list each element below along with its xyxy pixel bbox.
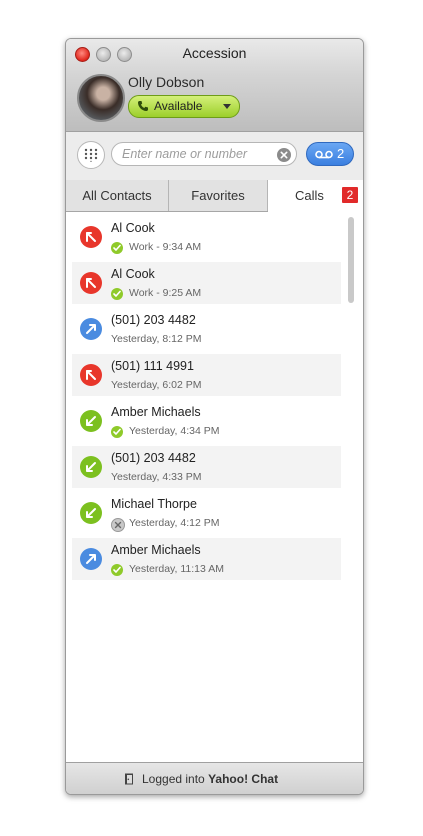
voicemail-count: 2 [337,146,345,161]
dialpad-icon [84,148,98,162]
call-name: Al Cook [111,267,155,281]
login-status: Logged into Yahoo! Chat [142,772,278,786]
call-name: (501) 203 4482 [111,313,196,327]
call-row[interactable]: Amber Michaels Yesterday, 4:34 PM [72,400,341,442]
phone-icon [138,101,148,111]
title-bar: Accession Olly Dobson Available [66,39,363,132]
status-dropdown[interactable]: Available [128,95,240,118]
incoming-call-icon [80,502,102,524]
login-prefix: Logged into [142,772,209,786]
call-row[interactable]: (501) 203 4482 Yesterday, 8:12 PM [72,308,341,350]
clear-search-icon[interactable] [277,148,291,162]
avatar[interactable] [77,74,125,122]
available-presence-icon [111,564,123,576]
call-detail: Yesterday, 4:33 PM [111,471,202,483]
user-name: Olly Dobson [128,74,205,90]
status-label: Available [154,99,203,113]
missed-call-icon [80,226,102,248]
voicemail-button[interactable]: 2 [306,142,354,166]
call-name: Al Cook [111,221,155,235]
search-bar: 2 [66,132,363,180]
call-list: Al Cook Work - 9:34 AM Al Cook Work - 9:25 … [66,212,363,762]
call-name: Amber Michaels [111,405,201,419]
missed-call-icon [80,364,102,386]
search-input[interactable] [111,142,297,166]
login-service: Yahoo! Chat [208,772,279,786]
call-row[interactable]: Al Cook Work - 9:34 AM [72,216,341,258]
call-row[interactable]: Michael Thorpe Yesterday, 4:12 PM [72,492,341,534]
tab-bar: All Contacts Favorites Calls 2 [66,180,363,212]
window-title: Accession [182,45,247,61]
call-row[interactable]: (501) 111 4991 Yesterday, 6:02 PM [72,354,341,396]
call-name: Michael Thorpe [111,497,197,511]
voicemail-icon [315,150,333,159]
outgoing-call-icon [80,548,102,570]
call-row[interactable]: Amber Michaels Yesterday, 11:13 AM [72,538,341,580]
available-presence-icon [111,242,123,254]
tab-all-contacts[interactable]: All Contacts [66,180,169,211]
call-detail: Yesterday, 8:12 PM [111,333,202,345]
incoming-call-icon [80,410,102,432]
tab-calls[interactable]: Calls 2 [268,180,363,212]
call-detail: Work - 9:34 AM [129,241,202,253]
call-detail: Yesterday, 11:13 AM [129,563,224,575]
door-icon [125,773,133,785]
app-window: Accession Olly Dobson Available Enter na… [65,38,364,795]
calls-count-badge: 2 [342,187,358,203]
dialpad-button[interactable] [77,141,105,169]
available-presence-icon [111,288,123,300]
tab-favorites[interactable]: Favorites [169,180,268,211]
call-detail: Yesterday, 4:12 PM [129,517,220,529]
offline-presence-icon [111,518,125,532]
status-footer: Logged into Yahoo! Chat [66,762,363,794]
chevron-down-icon [223,104,231,109]
call-row[interactable]: (501) 203 4482 Yesterday, 4:33 PM [72,446,341,488]
call-name: (501) 111 4991 [111,359,194,373]
missed-call-icon [80,272,102,294]
call-detail: Work - 9:25 AM [129,287,202,299]
call-detail: Yesterday, 6:02 PM [111,379,202,391]
call-row[interactable]: Al Cook Work - 9:25 AM [72,262,341,304]
outgoing-call-icon [80,318,102,340]
incoming-call-icon [80,456,102,478]
call-detail: Yesterday, 4:34 PM [129,425,220,437]
call-name: Amber Michaels [111,543,201,557]
tab-calls-label: Calls [295,188,324,203]
call-name: (501) 203 4482 [111,451,196,465]
available-presence-icon [111,426,123,438]
scrollbar[interactable] [348,217,354,303]
